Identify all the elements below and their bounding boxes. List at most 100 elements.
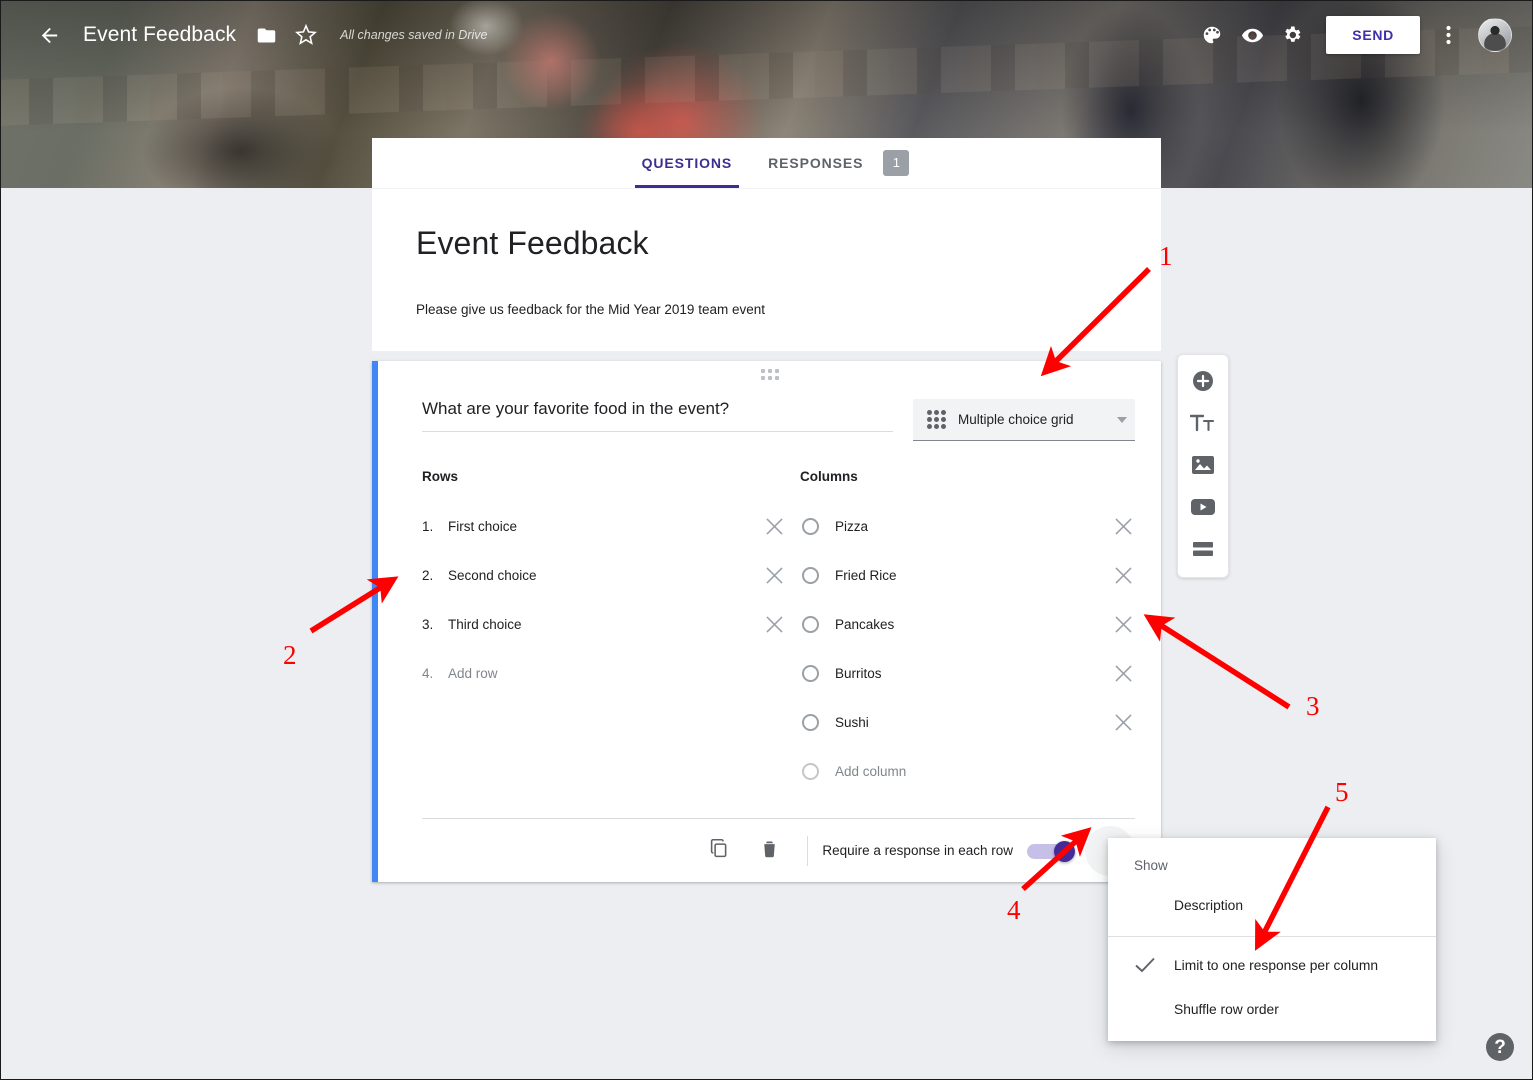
tab-responses[interactable]: RESPONSES [750, 138, 881, 188]
menu-divider [1108, 936, 1436, 937]
radio-icon [802, 567, 819, 584]
check-icon [1134, 956, 1174, 974]
require-response-label: Require a response in each row [822, 843, 1013, 858]
eye-preview-icon [1241, 24, 1264, 47]
form-description[interactable]: Please give us feedback for the Mid Year… [416, 302, 1117, 317]
row-number: 1. [422, 519, 434, 534]
menu-section-label: Show [1134, 858, 1168, 873]
section-icon [1191, 540, 1215, 558]
form-content-column: QUESTIONS RESPONSES 1 Event Feedback Ple… [372, 138, 1161, 882]
row-item: 1. First choice [422, 502, 800, 551]
remove-column-button[interactable] [1111, 564, 1135, 588]
remove-column-button[interactable] [1111, 662, 1135, 686]
rows-header: Rows [422, 469, 459, 484]
radio-icon [802, 616, 819, 633]
column-item: Fried Rice [800, 551, 1135, 600]
remove-column-button[interactable] [1111, 515, 1135, 539]
question-title-input[interactable]: What are your favorite food in the event… [422, 399, 893, 432]
add-column-label[interactable]: Add column [835, 764, 1135, 779]
row-label-input[interactable]: Second choice [448, 568, 762, 583]
columns-header: Columns [800, 469, 858, 484]
duplicate-question-button[interactable] [697, 829, 741, 873]
add-title-description-button[interactable] [1183, 407, 1223, 439]
row-label-input[interactable]: Third choice [448, 617, 762, 632]
page-title[interactable]: Event Feedback [416, 225, 1117, 262]
send-button[interactable]: SEND [1326, 16, 1420, 54]
question-add-toolbar [1177, 354, 1229, 578]
duplicate-icon [709, 838, 730, 864]
column-item: Pancakes [800, 600, 1135, 649]
column-item: Sushi [800, 698, 1135, 747]
close-icon [1114, 714, 1132, 731]
menu-item-limit-one-response[interactable]: Limit to one response per column [1108, 943, 1436, 987]
column-item: Burritos [800, 649, 1135, 698]
remove-column-button[interactable] [1111, 711, 1135, 735]
column-label-input[interactable]: Burritos [835, 666, 1111, 681]
tab-questions[interactable]: QUESTIONS [624, 138, 751, 188]
column-label-input[interactable]: Sushi [835, 715, 1111, 730]
add-section-button[interactable] [1183, 533, 1223, 565]
top-toolbar: Event Feedback All changes saved in Driv… [1, 1, 1532, 69]
add-row-item[interactable]: 4. Add row [422, 649, 800, 698]
delete-question-button[interactable] [747, 829, 791, 873]
add-image-button[interactable] [1183, 449, 1223, 481]
star-outline-icon [295, 24, 318, 46]
drag-handle[interactable] [378, 369, 1161, 380]
title-text-icon [1190, 412, 1216, 434]
column-label-input[interactable]: Fried Rice [835, 568, 1111, 583]
annotation-number-2: 2 [283, 640, 297, 670]
row-label-input[interactable]: First choice [448, 519, 762, 534]
drag-dots-icon [760, 369, 779, 380]
column-label-input[interactable]: Pancakes [835, 617, 1111, 632]
arrow-back-icon [38, 24, 61, 47]
kebab-more-icon [1445, 25, 1451, 45]
radio-icon [802, 665, 819, 682]
remove-row-button[interactable] [762, 613, 786, 637]
gear-icon [1281, 24, 1303, 46]
add-video-button[interactable] [1183, 491, 1223, 523]
remove-row-button[interactable] [762, 564, 786, 588]
back-button[interactable] [29, 15, 69, 55]
question-title-wrap: What are your favorite food in the event… [422, 399, 893, 432]
theme-button[interactable] [1192, 15, 1232, 55]
column-label-input[interactable]: Pizza [835, 519, 1111, 534]
annotation-number-3: 3 [1306, 691, 1320, 721]
menu-item-label: Limit to one response per column [1174, 957, 1378, 973]
preview-button[interactable] [1232, 15, 1272, 55]
tab-bar: QUESTIONS RESPONSES 1 [372, 138, 1161, 188]
help-button[interactable]: ? [1486, 1033, 1514, 1061]
require-response-toggle[interactable] [1027, 840, 1077, 862]
annotation-number-4: 4 [1007, 895, 1021, 925]
add-row-label[interactable]: Add row [448, 666, 800, 681]
menu-item-description[interactable]: Description [1108, 883, 1436, 927]
annotation-arrow-3 [1143, 614, 1291, 710]
question-type-select[interactable]: Multiple choice grid [913, 399, 1135, 441]
grid-3x3-icon [927, 410, 946, 429]
form-title-card: Event Feedback Please give us feedback f… [372, 188, 1161, 351]
question-footer-toolbar: Require a response in each row [422, 818, 1135, 882]
add-column-item[interactable]: Add column [800, 747, 1135, 796]
row-item: 3. Third choice [422, 600, 800, 649]
question-type-label: Multiple choice grid [958, 412, 1074, 427]
star-button[interactable] [286, 15, 326, 55]
form-title-topbar[interactable]: Event Feedback [83, 23, 236, 47]
save-status-text: All changes saved in Drive [340, 28, 488, 42]
move-to-folder-button[interactable] [246, 15, 286, 55]
menu-item-shuffle-row-order[interactable]: Shuffle row order [1108, 987, 1436, 1031]
close-icon [765, 567, 783, 584]
question-card: What are your favorite food in the event… [372, 361, 1161, 882]
menu-item-label: Shuffle row order [1174, 1001, 1279, 1017]
remove-column-button[interactable] [1111, 613, 1135, 637]
responses-count-badge[interactable]: 1 [883, 150, 910, 176]
avatar[interactable] [1478, 18, 1512, 52]
settings-button[interactable] [1272, 15, 1312, 55]
row-number: 3. [422, 617, 434, 632]
menu-item-label: Description [1174, 897, 1244, 913]
tabs-inner: QUESTIONS RESPONSES 1 [624, 138, 910, 188]
grid-body: Rows 1. First choice 2. Second choice 3.… [378, 441, 1161, 796]
remove-row-button[interactable] [762, 515, 786, 539]
row-number: 4. [422, 666, 434, 681]
video-icon [1190, 497, 1216, 517]
add-question-button[interactable] [1183, 365, 1223, 397]
more-options-button[interactable] [1428, 15, 1468, 55]
